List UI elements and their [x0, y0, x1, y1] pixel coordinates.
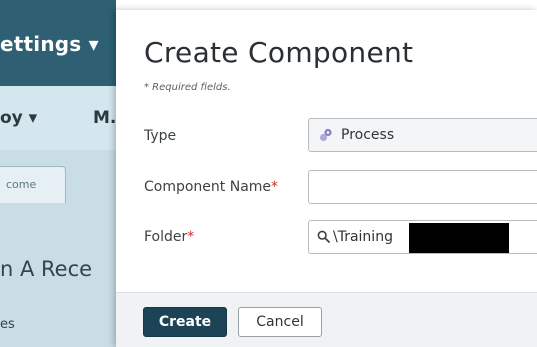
search-icon: [317, 230, 330, 243]
redaction-box: [409, 223, 509, 253]
required-mark: *: [271, 179, 279, 195]
component-name-label: Component Name*: [144, 179, 278, 195]
background-app: ettings ▾ oy ▾ M. come n A Rece es: [0, 0, 116, 347]
create-button[interactable]: Create: [143, 307, 227, 337]
dialog-footer: Create Cancel: [116, 292, 537, 347]
dialog-title: Create Component: [144, 36, 414, 69]
folder-value: \Training: [333, 229, 393, 245]
page-headline: n A Rece: [0, 257, 93, 281]
type-value: Process: [341, 127, 395, 143]
tab-welcome[interactable]: come: [0, 166, 66, 203]
folder-picker[interactable]: \Training: [308, 220, 537, 254]
app-content: come n A Rece es: [0, 150, 116, 347]
component-name-label-text: Component Name: [144, 179, 272, 195]
app-nav-bar: oy ▾ M.: [0, 86, 116, 150]
type-select[interactable]: Process: [308, 118, 537, 152]
app-top-bar: ettings ▾: [0, 0, 116, 86]
folder-label: Folder*: [144, 229, 194, 245]
folder-label-text: Folder: [144, 229, 188, 245]
type-label: Type: [144, 128, 176, 144]
tab-label: come: [6, 178, 37, 191]
nav-menu-item-2[interactable]: M.: [93, 108, 116, 128]
required-mark: *: [187, 229, 195, 245]
type-label-text: Type: [144, 128, 177, 144]
settings-menu[interactable]: ettings ▾: [0, 32, 99, 56]
page-subline: es: [0, 317, 15, 332]
create-component-dialog: Create Component * Required fields. Type…: [116, 10, 537, 347]
nav-menu-item[interactable]: oy ▾: [0, 108, 37, 128]
cancel-button[interactable]: Cancel: [238, 307, 322, 337]
process-icon: [319, 128, 332, 142]
component-name-input[interactable]: [308, 170, 537, 204]
required-fields-note: * Required fields.: [144, 82, 231, 93]
